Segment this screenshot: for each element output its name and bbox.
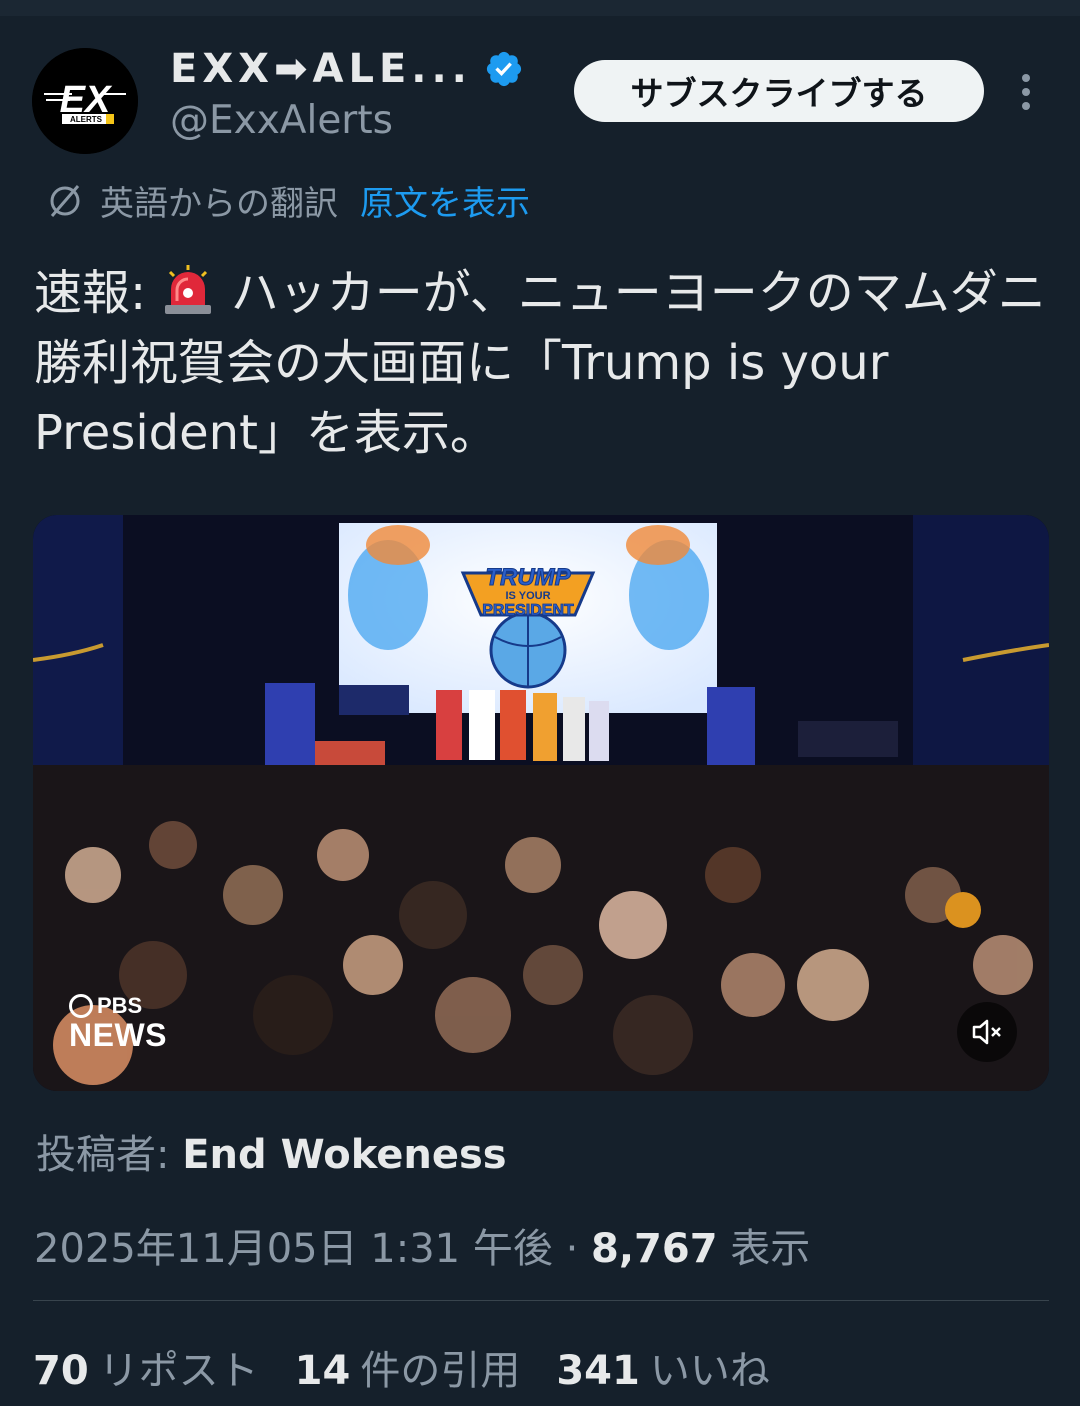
likes-stat[interactable]: 341 いいね <box>556 1338 770 1396</box>
author-display-name[interactable]: EXX➡ALE... <box>170 46 472 92</box>
screen-line-3: PRESIDENT <box>482 602 574 619</box>
pbs-news-watermark: PBS NEWS <box>69 993 167 1054</box>
reposts-count: 70 <box>33 1348 89 1394</box>
likes-count: 341 <box>556 1348 640 1394</box>
reposts-stat[interactable]: 70 リポスト <box>33 1338 259 1396</box>
tweet-meta: 2025年11月05日 1:31 午後 · 8,767 表示 <box>34 1216 810 1274</box>
quotes-label: 件の引用 <box>360 1348 521 1394</box>
divider <box>33 1300 1049 1301</box>
author-handle[interactable]: @ExxAlerts <box>170 98 393 143</box>
video-player[interactable]: TRUMP IS YOUR PRESIDENT PBS NEWS <box>33 515 1049 1091</box>
watermark-top-text: PBS <box>97 993 143 1018</box>
pbs-logo-icon <box>69 994 93 1018</box>
show-original-link[interactable]: 原文を表示 <box>360 176 530 225</box>
author-name-row: EXX➡ALE... <box>170 46 524 92</box>
exx-alerts-logo-icon: EX ALERTS <box>32 48 138 154</box>
attribution-name[interactable]: End Wokeness <box>182 1132 506 1178</box>
quotes-stat[interactable]: 14 件の引用 <box>295 1338 521 1396</box>
quotes-count: 14 <box>294 1348 351 1394</box>
translation-label: 英語からの翻訳 <box>100 184 338 224</box>
mute-button[interactable] <box>957 1002 1017 1062</box>
translation-row: 英語からの翻訳 原文を表示 <box>44 176 530 225</box>
subscribe-button[interactable]: サブスクライブする <box>574 60 984 122</box>
rotating-light-emoji-icon <box>165 265 212 314</box>
volume-mute-icon <box>972 1019 1001 1045</box>
avatar[interactable]: EX ALERTS <box>32 48 138 154</box>
views-count: 8,767 <box>591 1226 718 1272</box>
timestamp[interactable]: 2025年11月05日 1:31 午後 <box>34 1226 553 1272</box>
tweet-prefix: 速報: <box>34 265 147 321</box>
tweet-text: 速報: ハッカーが、ニューヨークのマムダニ勝利祝賀会の大画面に「Trump is… <box>34 258 1054 468</box>
likes-label: いいね <box>649 1348 770 1394</box>
watermark-bottom-text: NEWS <box>69 1017 167 1053</box>
screen-line-2: IS YOUR <box>505 590 550 602</box>
reposts-label: リポスト <box>98 1348 259 1394</box>
attribution: 投稿者: End Wokeness <box>36 1122 507 1180</box>
avatar-logo-subtext: ALERTS <box>70 115 103 124</box>
verified-badge-icon[interactable] <box>484 49 524 89</box>
screen-line-1: TRUMP <box>485 564 571 591</box>
video-frame: TRUMP IS YOUR PRESIDENT <box>33 515 1049 1091</box>
more-options-button[interactable] <box>1006 64 1046 120</box>
more-vertical-icon <box>1022 74 1030 110</box>
meta-separator: · <box>565 1226 579 1272</box>
top-edge-bar <box>0 0 1080 16</box>
translate-globe-icon <box>50 184 80 217</box>
attribution-label: 投稿者: <box>36 1132 170 1178</box>
engagement-stats: 70 リポスト 14 件の引用 341 いいね <box>33 1338 770 1396</box>
views-label: 表示 <box>730 1226 811 1272</box>
